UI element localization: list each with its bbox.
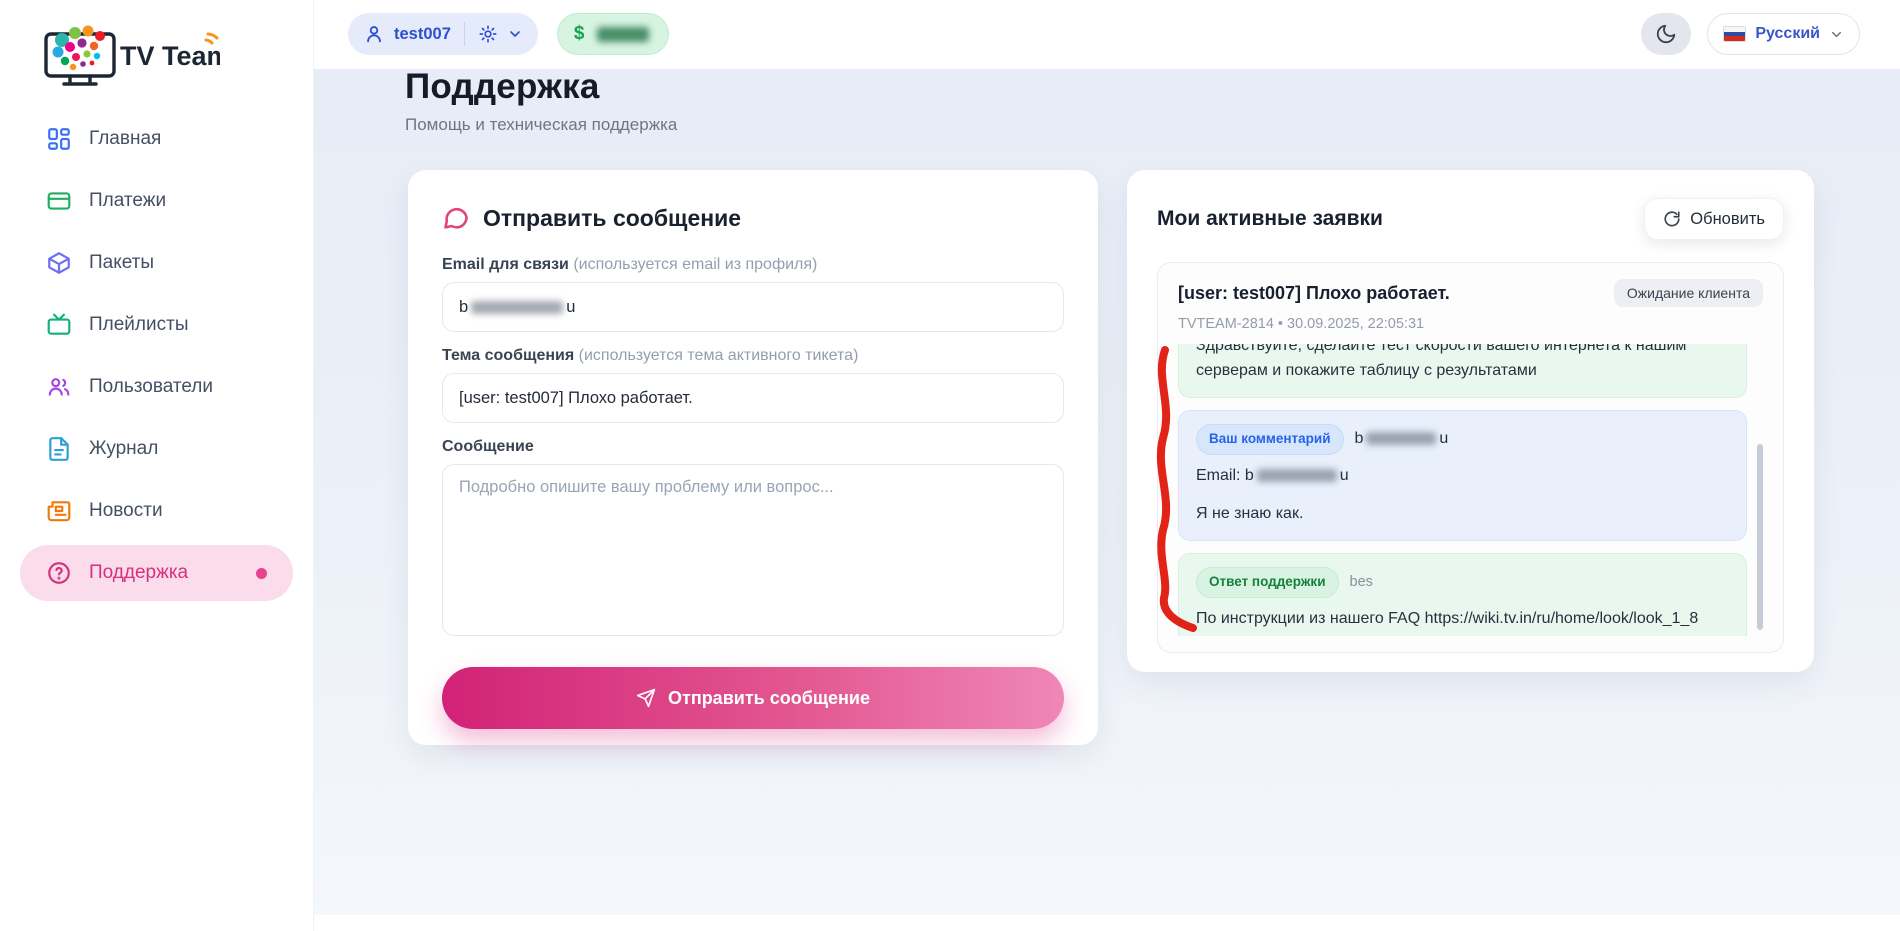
sidebar-item-label: Пакеты xyxy=(89,252,154,274)
user-icon xyxy=(363,23,385,45)
redacted-email xyxy=(1257,469,1337,482)
username: test007 xyxy=(394,25,451,44)
support-author: bes xyxy=(1350,571,1373,593)
sidebar-item-packages[interactable]: Пакеты xyxy=(20,235,293,291)
balance-badge[interactable]: $ xyxy=(557,13,670,55)
sidebar-item-label: Поддержка xyxy=(89,562,188,584)
dollar-icon: $ xyxy=(574,23,585,45)
sidebar-item-label: Плейлисты xyxy=(89,314,188,336)
page-title: Поддержка xyxy=(405,67,677,107)
ticket-status-badge: Ожидание клиента xyxy=(1614,279,1763,307)
sidebar-item-label: Главная xyxy=(89,128,161,150)
redacted-email xyxy=(1366,432,1436,445)
user-menu[interactable]: test007 xyxy=(348,13,538,55)
ticket-meta: TVTEAM-2814 • 30.09.2025, 22:05:31 xyxy=(1178,316,1763,332)
send-message-button[interactable]: Отправить сообщение xyxy=(442,667,1064,729)
active-tickets-card: Мои активные заявки Обновить [user: test… xyxy=(1127,170,1814,672)
message-textarea[interactable] xyxy=(442,464,1064,636)
ticket-subject: [user: test007] Плохо работает. xyxy=(1178,283,1450,304)
sidebar-item-users[interactable]: Пользователи xyxy=(20,359,293,415)
document-icon xyxy=(46,436,72,462)
send-icon xyxy=(636,688,656,708)
russia-flag-icon xyxy=(1723,26,1746,42)
subject-input[interactable] xyxy=(442,373,1064,423)
refresh-icon xyxy=(1663,210,1681,228)
chat-bubble-icon xyxy=(442,204,470,232)
refresh-button[interactable]: Обновить xyxy=(1644,198,1784,240)
form-title: Отправить сообщение xyxy=(483,205,741,232)
users-icon xyxy=(46,374,72,400)
sidebar-item-playlists[interactable]: Плейлисты xyxy=(20,297,293,353)
sidebar-nav: Главная Платежи Пакеты Плейлисты Пользов… xyxy=(0,105,313,607)
support-reply-message: Ответ поддержки bes По инструкции из наш… xyxy=(1178,553,1747,636)
language-label: Русский xyxy=(1755,25,1820,43)
sidebar-item-label: Платежи xyxy=(89,190,166,212)
dashboard-icon xyxy=(46,126,72,152)
app-logo[interactable]: TV Team xyxy=(40,18,313,88)
support-message: Здравствуйте, сделайте тест скорости ваш… xyxy=(1178,344,1747,398)
redacted-email xyxy=(471,301,563,314)
moon-icon xyxy=(1655,23,1677,45)
message-label: Сообщение xyxy=(442,438,1064,456)
news-icon xyxy=(46,498,72,524)
balance-amount-redacted xyxy=(597,27,649,42)
user-message: Ваш комментарий bu Email: bu Я не знаю к… xyxy=(1178,410,1747,542)
language-selector[interactable]: Русский xyxy=(1707,13,1860,55)
sidebar-item-label: Журнал xyxy=(89,438,158,460)
help-icon xyxy=(46,560,72,586)
sidebar: TV Team Главная Платежи Пакеты Плейлисты… xyxy=(0,0,314,931)
subject-label: Тема сообщения (используется тема активн… xyxy=(442,347,1064,365)
sidebar-item-news[interactable]: Новости xyxy=(20,483,293,539)
sidebar-item-payments[interactable]: Платежи xyxy=(20,173,293,229)
send-message-card: Отправить сообщение Email для связи (исп… xyxy=(408,170,1098,745)
email-label: Email для связи (используется email из п… xyxy=(442,256,1064,274)
messages-scrollbar[interactable] xyxy=(1757,444,1763,630)
page-subtitle: Помощь и техническая поддержка xyxy=(405,115,677,135)
sidebar-item-home[interactable]: Главная xyxy=(20,111,293,167)
email-input[interactable]: bu xyxy=(442,282,1064,332)
card-icon xyxy=(46,188,72,214)
user-comment-badge: Ваш комментарий xyxy=(1196,424,1344,455)
dark-mode-toggle[interactable] xyxy=(1641,13,1691,55)
sidebar-item-label: Пользователи xyxy=(89,376,213,398)
support-reply-badge: Ответ поддержки xyxy=(1196,567,1339,598)
sidebar-item-journal[interactable]: Журнал xyxy=(20,421,293,477)
sidebar-item-label: Новости xyxy=(89,500,163,522)
svg-text:TV Team: TV Team xyxy=(120,41,220,71)
chevron-down-icon xyxy=(1829,27,1844,42)
divider xyxy=(464,22,465,46)
ticket-messages[interactable]: Здравствуйте, сделайте тест скорости ваш… xyxy=(1178,344,1763,636)
notification-dot xyxy=(256,568,267,579)
tv-icon xyxy=(46,312,72,338)
package-icon xyxy=(46,250,72,276)
ticket-item[interactable]: [user: test007] Плохо работает. Ожидание… xyxy=(1157,262,1784,653)
tickets-title: Мои активные заявки xyxy=(1157,207,1383,231)
chevron-down-icon[interactable] xyxy=(507,26,523,42)
gear-icon[interactable] xyxy=(478,24,498,44)
sidebar-item-support[interactable]: Поддержка xyxy=(20,545,293,601)
